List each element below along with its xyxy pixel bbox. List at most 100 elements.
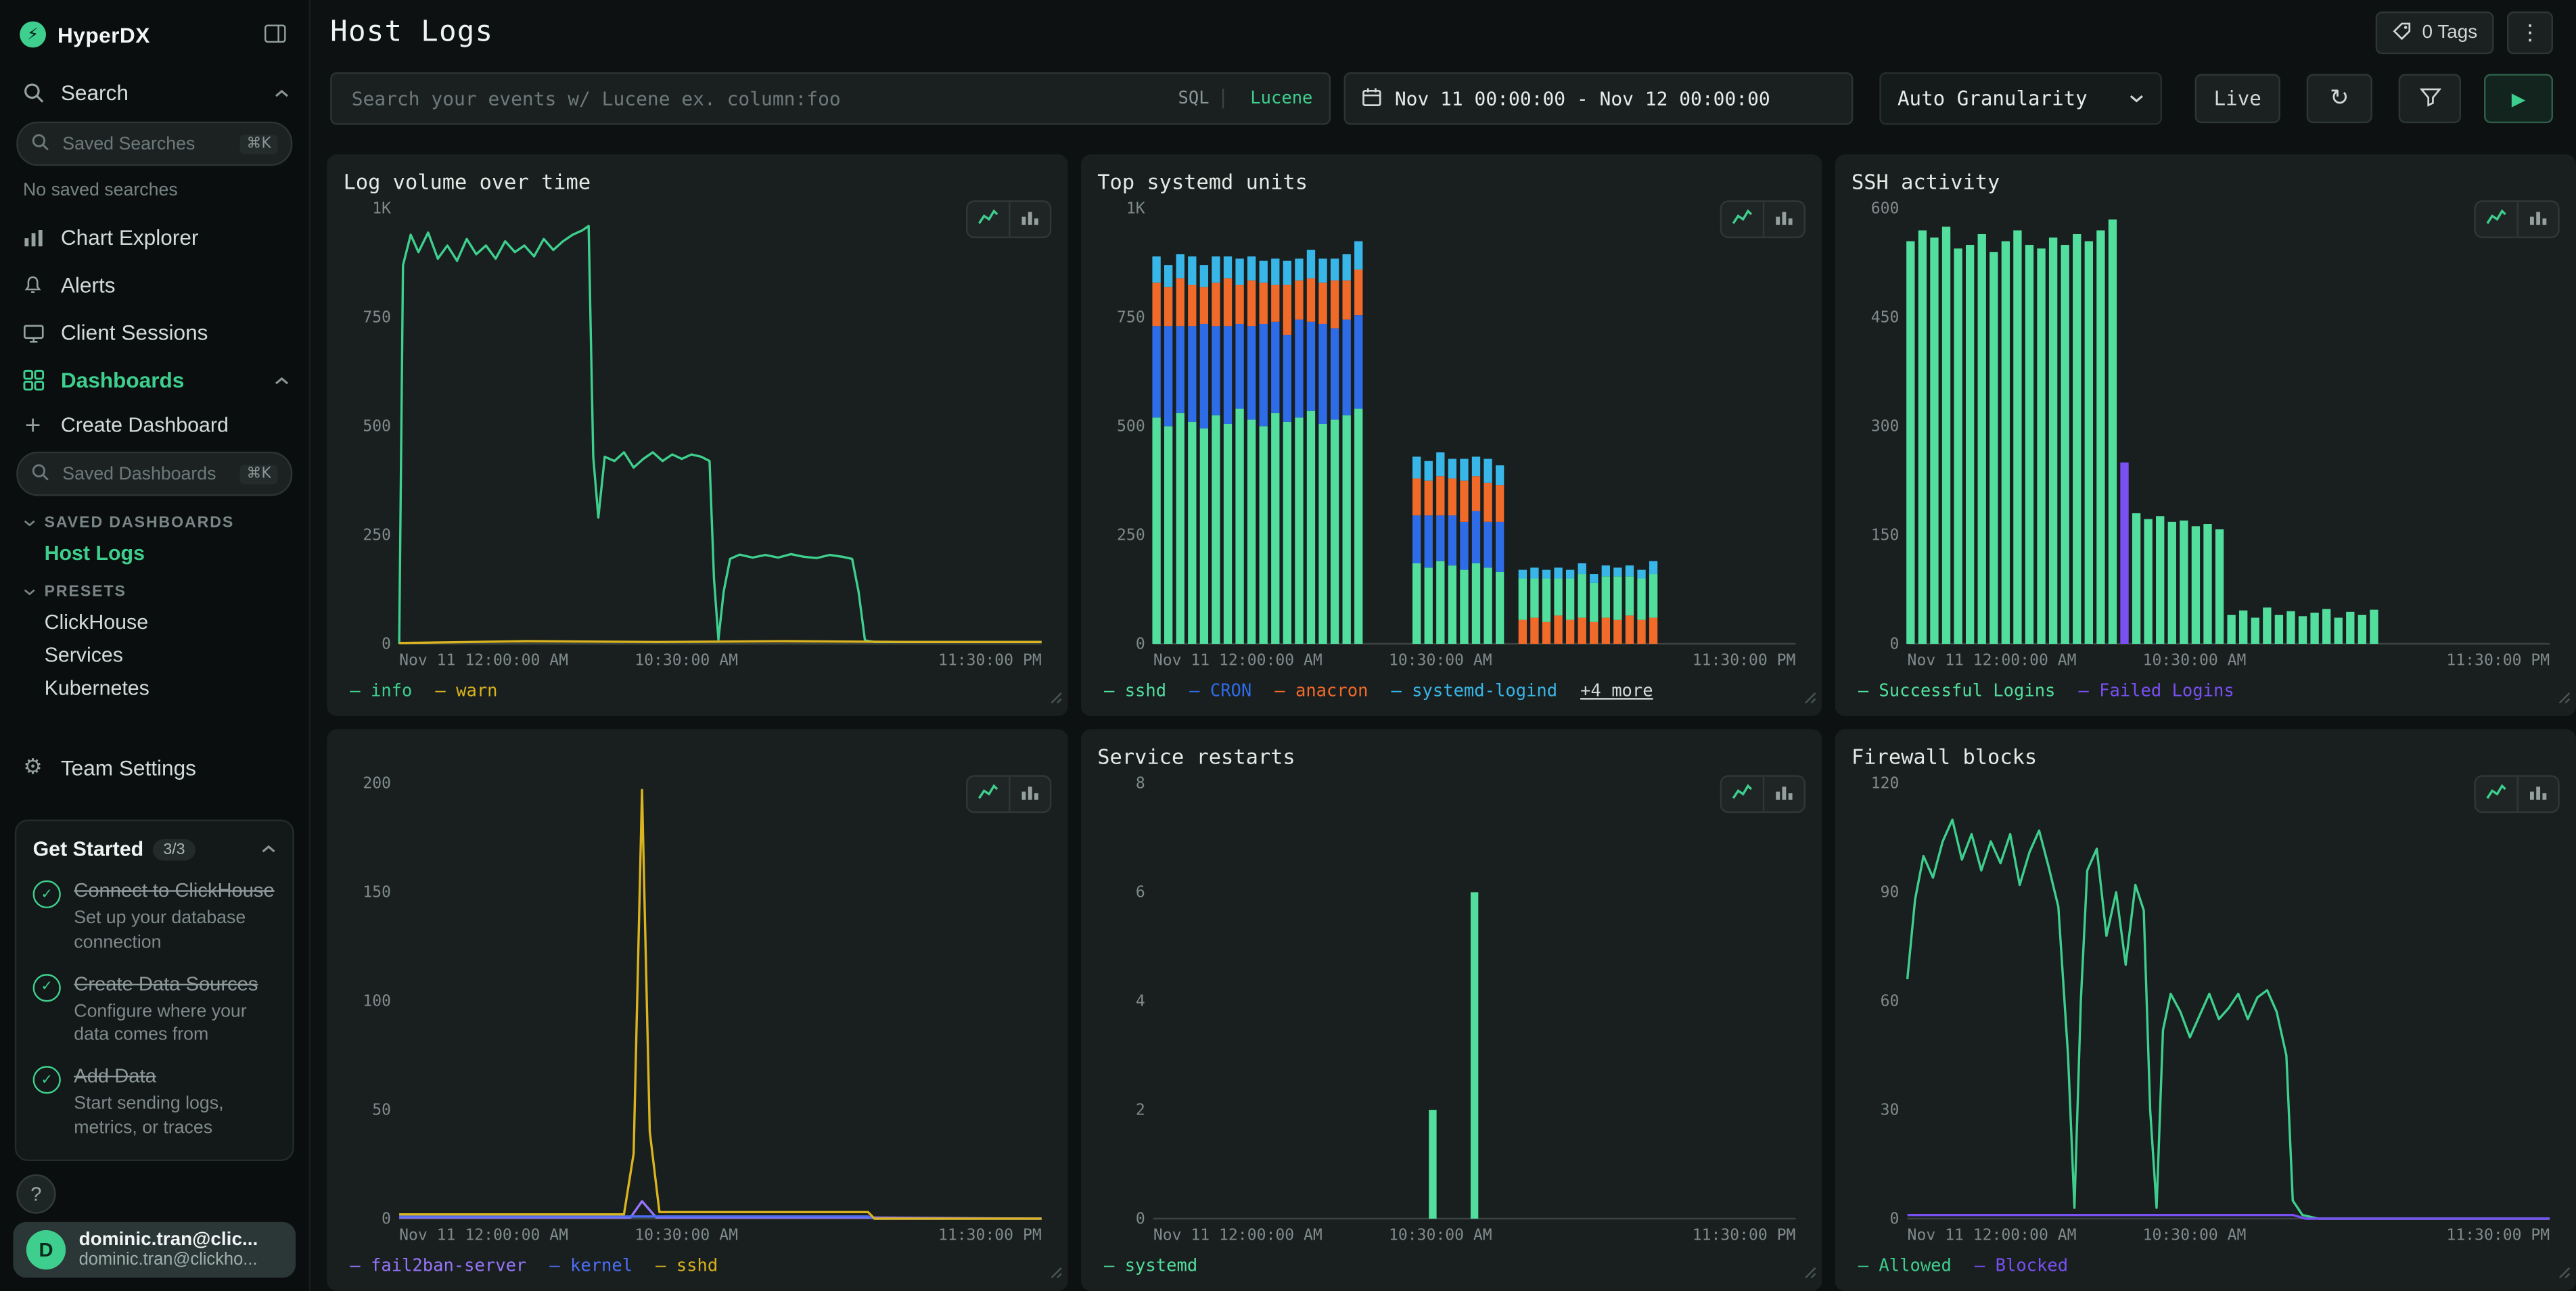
bar-chart-toggle[interactable] <box>1763 202 1804 237</box>
sidebar: ⚡ HyperDX Search ⌘K No saved sea <box>0 0 310 1291</box>
bar-chart-toggle[interactable] <box>2517 202 2558 237</box>
resize-handle[interactable] <box>1804 683 1817 713</box>
svg-text:500: 500 <box>363 417 391 435</box>
svg-text:0: 0 <box>1136 634 1145 652</box>
chart-plot[interactable]: 02468Nov 11 12:00:00 AM10:30:00 AM11:30:… <box>1097 773 1806 1252</box>
chevron-down-icon <box>2129 93 2144 103</box>
sql-language-toggle[interactable]: SQL <box>1178 89 1224 108</box>
sidebar-preset-kubernetes[interactable]: Kubernetes <box>0 672 309 705</box>
chart-plot[interactable]: 0150300450600Nov 11 12:00:00 AM10:30:00 … <box>1852 198 2560 678</box>
sidebar-item-alerts[interactable]: Alerts <box>0 261 309 308</box>
svg-text:100: 100 <box>363 992 391 1010</box>
saved-dashboards-section[interactable]: SAVED DASHBOARDS <box>0 501 309 537</box>
bar-chart-toggle[interactable] <box>2517 777 2558 812</box>
hyperdx-logo-icon: ⚡ <box>20 22 46 48</box>
legend-item[interactable]: — anacron <box>1274 682 1368 702</box>
resize-handle[interactable] <box>1050 683 1063 713</box>
legend-item[interactable]: — info <box>350 682 412 702</box>
lucene-language-toggle[interactable]: Lucene <box>1237 89 1313 108</box>
legend-item[interactable]: — Blocked <box>1975 1257 2068 1277</box>
legend-item[interactable]: — systemd-logind <box>1391 682 1557 702</box>
logo-row: ⚡ HyperDX <box>0 0 309 69</box>
svg-text:10:30:00 AM: 10:30:00 AM <box>635 1226 738 1244</box>
svg-text:10:30:00 AM: 10:30:00 AM <box>1389 1226 1492 1244</box>
line-chart-toggle[interactable] <box>967 777 1009 812</box>
get-started-header[interactable]: Get Started 3/3 <box>33 838 276 861</box>
chart-plot[interactable]: 02505007501KNov 11 12:00:00 AM10:30:00 A… <box>344 198 1052 678</box>
chart-title: Service restarts <box>1097 744 1806 770</box>
gear-icon: ⚙ <box>20 755 46 780</box>
line-chart-icon <box>978 207 999 231</box>
run-query-button[interactable]: ▶ <box>2484 74 2553 123</box>
chart-type-toggle <box>966 775 1051 813</box>
sidebar-item-dashboards[interactable]: Dashboards <box>0 356 309 404</box>
chart-plot[interactable]: 02505007501KNov 11 12:00:00 AM10:30:00 A… <box>1097 198 1806 678</box>
sidebar-item-client-sessions[interactable]: Client Sessions <box>0 309 309 356</box>
create-dashboard-button[interactable]: + Create Dashboard <box>0 404 309 446</box>
line-chart-toggle[interactable] <box>1722 777 1763 812</box>
user-menu[interactable]: D dominic.tran@clic... dominic.tran@clic… <box>13 1222 296 1278</box>
legend-more-link[interactable]: +4 more <box>1580 682 1653 702</box>
resize-handle[interactable] <box>2558 1258 2571 1288</box>
svg-text:10:30:00 AM: 10:30:00 AM <box>2143 651 2247 669</box>
bar-chart-toggle[interactable] <box>1009 777 1050 812</box>
saved-searches-search[interactable]: ⌘K <box>16 122 292 166</box>
legend-item[interactable]: — fail2ban-server <box>350 1257 526 1277</box>
chart-legend: — info — warn <box>344 678 1052 706</box>
resize-handle[interactable] <box>1804 1258 1817 1288</box>
granularity-select[interactable]: Auto Granularity <box>1879 72 2162 125</box>
svg-text:30: 30 <box>1881 1100 1900 1118</box>
line-chart-toggle[interactable] <box>2476 777 2517 812</box>
chart-plot[interactable]: 050100150200Nov 11 12:00:00 AM10:30:00 A… <box>344 773 1052 1252</box>
get-started-step: ✓ Connect to ClickHouse Set up your data… <box>33 879 276 954</box>
bar-chart-toggle[interactable] <box>1009 202 1050 237</box>
filter-button[interactable] <box>2399 74 2461 123</box>
event-search-input[interactable] <box>348 85 1165 112</box>
legend-item[interactable]: — sshd <box>1104 682 1166 702</box>
saved-dashboards-search[interactable]: ⌘K <box>16 452 292 496</box>
search-icon <box>31 459 49 489</box>
chart-plot[interactable]: 0306090120Nov 11 12:00:00 AM10:30:00 AM1… <box>1852 773 2560 1252</box>
svg-text:150: 150 <box>1871 525 1900 543</box>
line-chart-toggle[interactable] <box>1722 202 1763 237</box>
resize-handle[interactable] <box>1050 1258 1063 1288</box>
sidebar-item-chart-explorer[interactable]: Chart Explorer <box>0 214 309 261</box>
tags-button[interactable]: 0 Tags <box>2376 11 2493 54</box>
legend-item[interactable]: — Failed Logins <box>2078 682 2234 702</box>
get-started-step: ✓ Create Data Sources Configure where yo… <box>33 972 276 1047</box>
resize-handle[interactable] <box>2558 683 2571 713</box>
line-chart-toggle[interactable] <box>967 202 1009 237</box>
legend-item[interactable]: — kernel <box>549 1257 632 1277</box>
sidebar-item-search[interactable]: Search <box>0 69 309 116</box>
sidebar-preset-clickhouse[interactable]: ClickHouse <box>0 606 309 639</box>
bar-chart-icon <box>1774 207 1794 231</box>
sidebar-collapse-button[interactable] <box>261 19 289 50</box>
legend-item[interactable]: — sshd <box>656 1257 718 1277</box>
sidebar-item-team-settings[interactable]: ⚙ Team Settings <box>0 744 309 791</box>
sidebar-dashboard-host-logs[interactable]: Host Logs <box>0 537 309 570</box>
legend-item[interactable]: — warn <box>435 682 497 702</box>
event-search-box[interactable]: SQL Lucene <box>330 72 1331 125</box>
legend-item[interactable]: — Allowed <box>1858 1257 1952 1277</box>
tile-auth-failures: 050100150200Nov 11 12:00:00 AM10:30:00 A… <box>327 729 1067 1291</box>
search-icon <box>31 129 49 159</box>
legend-item[interactable]: — systemd <box>1104 1257 1197 1277</box>
help-button[interactable]: ? <box>16 1174 55 1213</box>
sidebar-item-label: Dashboards <box>61 368 184 392</box>
sidebar-preset-services[interactable]: Services <box>0 639 309 672</box>
legend-item[interactable]: — CRON <box>1189 682 1251 702</box>
saved-searches-input[interactable] <box>59 132 230 155</box>
saved-dashboards-input[interactable] <box>59 463 230 486</box>
presets-section[interactable]: PRESETS <box>0 570 309 606</box>
check-circle-icon: ✓ <box>33 974 61 1002</box>
legend-item[interactable]: — Successful Logins <box>1858 682 2056 702</box>
chart-legend: — Allowed — Blocked <box>1852 1252 2560 1281</box>
refresh-button[interactable]: ↻ <box>2307 74 2372 123</box>
bar-chart-toggle[interactable] <box>1763 777 1804 812</box>
time-range-picker[interactable]: Nov 11 00:00:00 - Nov 12 00:00:00 <box>1344 72 1854 125</box>
live-button[interactable]: Live <box>2195 74 2280 123</box>
check-circle-icon: ✓ <box>33 1066 61 1094</box>
chart-type-toggle <box>2474 200 2559 238</box>
dashboard-menu-button[interactable]: ⋮ <box>2507 11 2553 54</box>
line-chart-toggle[interactable] <box>2476 202 2517 237</box>
